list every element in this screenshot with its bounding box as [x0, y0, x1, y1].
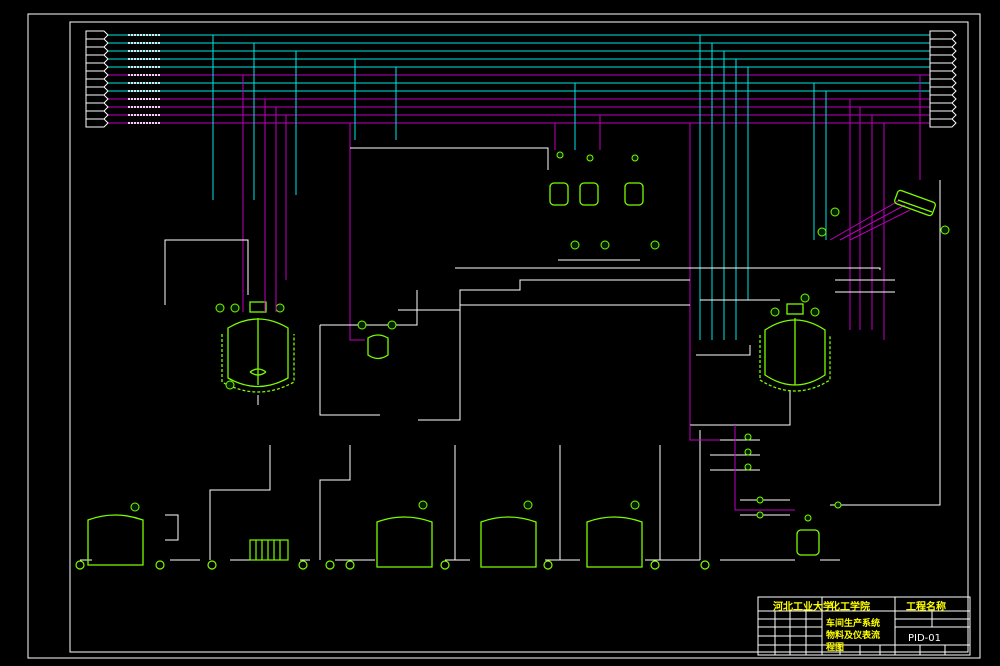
storage-tank-icon[interactable] — [87, 514, 643, 568]
pump-icon[interactable] — [75, 560, 710, 570]
inner-frame — [69, 21, 969, 653]
heat-exchanger-icon[interactable] — [249, 539, 289, 561]
condenser-icon[interactable] — [894, 189, 936, 217]
pid-drawing — [27, 13, 981, 659]
process-lines — [80, 147, 941, 561]
drawing-number: PID-01 — [908, 633, 942, 644]
drawing-title: 车间生产系统物料及仪表流程图 — [826, 619, 881, 653]
reactor-icon[interactable] — [221, 301, 295, 393]
school-name: 河北工业大学 — [773, 602, 833, 613]
department-name: 化工学院 — [830, 602, 870, 613]
reactor-icon[interactable] — [759, 303, 831, 392]
line-number-labels — [128, 34, 160, 124]
vertical-drops — [212, 35, 921, 425]
outer-frame — [27, 13, 981, 659]
receiver-vessel-icon[interactable] — [367, 334, 389, 360]
measuring-tank-icon[interactable] — [549, 182, 820, 556]
project-name: 工程名称 — [906, 602, 946, 613]
